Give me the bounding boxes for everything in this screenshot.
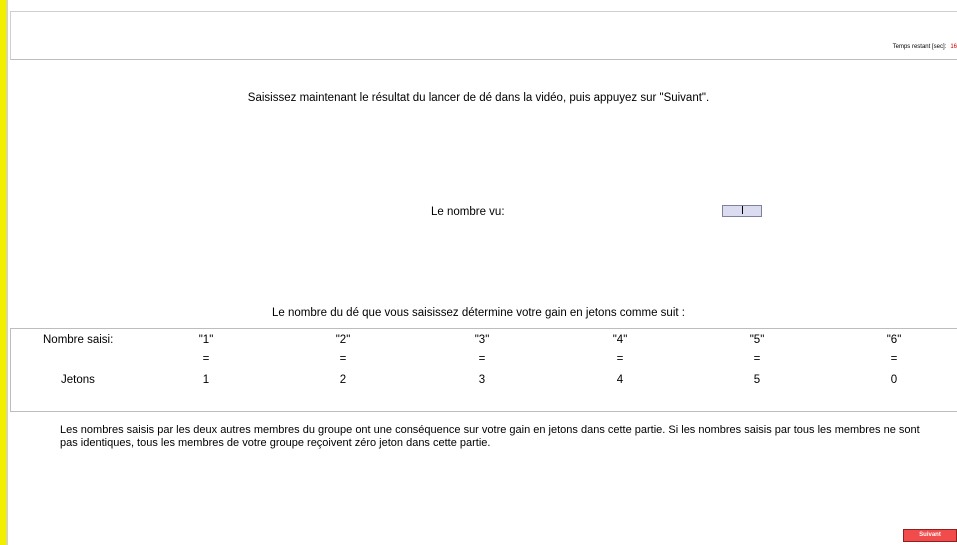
token-cell: 1	[202, 374, 210, 386]
row-label-entered: Nombre saisi:	[43, 334, 114, 346]
payoff-table: Nombre saisi: Jetons "1" "2" "3" "4" "5"…	[10, 328, 957, 412]
entry-cell: "2"	[335, 334, 351, 346]
timer-label: Temps restant [sec]:	[892, 44, 947, 50]
header-panel: Temps restant [sec]: 16	[10, 11, 957, 60]
entry-cell: "6"	[886, 334, 902, 346]
number-seen-label: Le nombre vu:	[431, 206, 505, 218]
entry-cell: "5"	[749, 334, 765, 346]
token-cell: 3	[478, 374, 486, 386]
equals-cell: =	[202, 353, 210, 365]
equals-cell: =	[753, 353, 761, 365]
token-cell: 4	[616, 374, 624, 386]
equals-cell: =	[890, 353, 898, 365]
equals-cell: =	[478, 353, 486, 365]
token-cell: 0	[890, 374, 898, 386]
entry-cell: "1"	[198, 334, 214, 346]
row-label-tokens: Jetons	[61, 374, 95, 386]
gain-caption: Le nombre du dé que vous saisissez déter…	[272, 307, 685, 319]
timer-value: 16	[950, 44, 957, 50]
equals-cell: =	[339, 353, 347, 365]
entry-cell: "3"	[474, 334, 490, 346]
timer: Temps restant [sec]: 16	[893, 44, 957, 50]
instruction-text: Saisissez maintenant le résultat du lanc…	[247, 92, 710, 104]
next-button[interactable]: Suivant	[903, 529, 957, 542]
text-caret	[742, 206, 743, 214]
equals-cell: =	[616, 353, 624, 365]
entry-cell: "4"	[612, 334, 628, 346]
token-cell: 2	[339, 374, 347, 386]
left-accent-shadow	[6, 0, 8, 545]
group-rule-note: Les nombres saisis par les deux autres m…	[60, 424, 920, 449]
token-cell: 5	[753, 374, 761, 386]
